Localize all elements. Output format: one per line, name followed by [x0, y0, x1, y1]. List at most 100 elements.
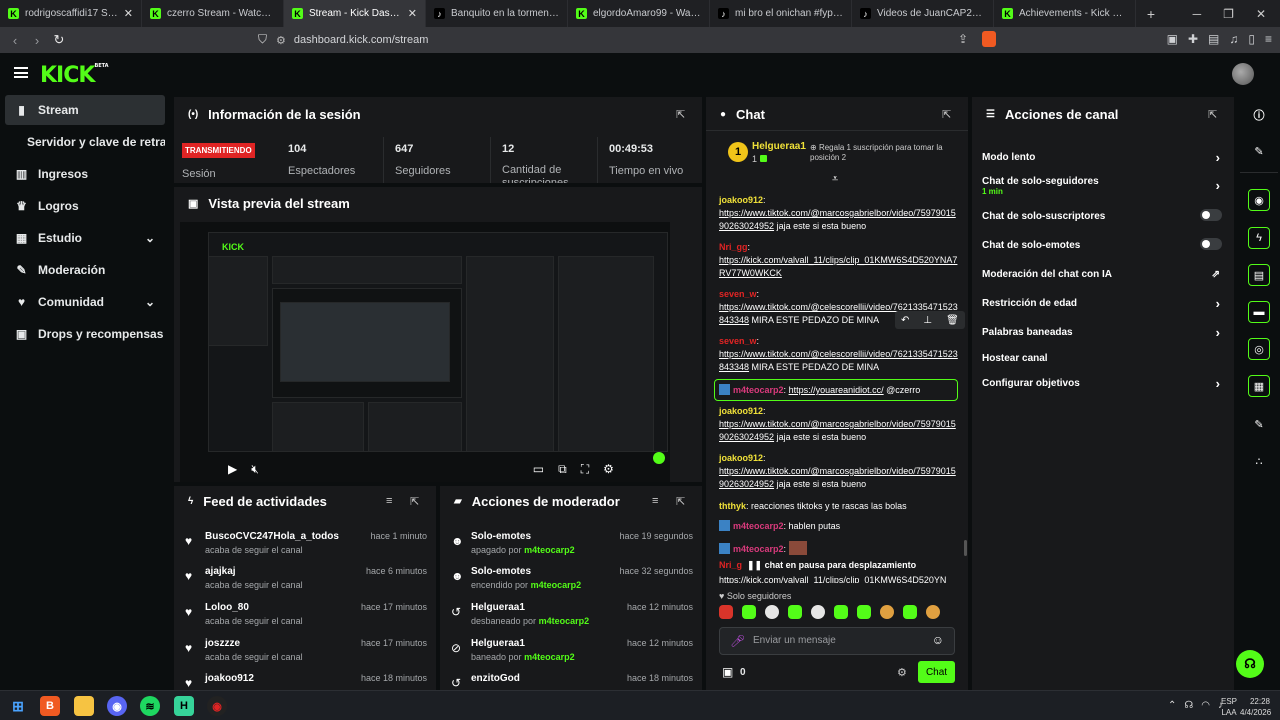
emote-icon[interactable]: [788, 605, 802, 619]
user-avatar[interactable]: [1232, 63, 1254, 85]
sidebar-item-drops[interactable]: ▣ Drops y recompensas: [5, 319, 165, 349]
popout-icon[interactable]: ⇱: [942, 108, 951, 121]
subscribers-only-toggle[interactable]: [1200, 209, 1222, 221]
chat-username[interactable]: joakoo912: [719, 453, 763, 463]
emotes-only-toggle[interactable]: [1200, 238, 1222, 250]
mic-icon[interactable]: 🎤︎: [730, 634, 745, 648]
pin-icon[interactable]: ⊥: [923, 315, 932, 326]
stream-preview-video[interactable]: KICK: [180, 222, 670, 482]
site-info-icon[interactable]: ⚙: [276, 34, 286, 47]
obs-icon[interactable]: ◉: [207, 696, 227, 716]
close-window-icon[interactable]: ✕: [1256, 7, 1266, 21]
browser-tab-active[interactable]: K Stream - Kick Dashboard ✕: [284, 0, 426, 27]
chat-username[interactable]: joakoo912: [719, 406, 763, 416]
popout-icon[interactable]: ⇱: [410, 495, 419, 508]
sidebar-item-stream[interactable]: ▮ Stream: [5, 95, 165, 125]
popout-icon[interactable]: ⇱: [676, 495, 685, 508]
followers-only-row[interactable]: Chat de solo-seguidores 1 min ›: [982, 176, 1222, 196]
chat-username[interactable]: ththyk: [719, 501, 746, 511]
filter-icon[interactable]: ≡: [652, 495, 658, 507]
chat-username[interactable]: m4teocarp2: [733, 521, 784, 531]
layout-icon[interactable]: ▦: [1248, 375, 1270, 397]
reload-icon[interactable]: ↻: [48, 32, 70, 48]
chat-username[interactable]: joakoo912: [719, 195, 763, 205]
chat-username[interactable]: seven_w: [719, 289, 757, 299]
fullscreen-icon[interactable]: ⛶: [581, 462, 589, 477]
chat-settings-icon[interactable]: ⚙: [897, 666, 907, 679]
edit-icon[interactable]: ✎: [1248, 140, 1270, 162]
sidebar-item-studio[interactable]: ▦ Estudio ⌄: [5, 223, 165, 253]
sidebar-panel-icon[interactable]: ▤: [1208, 32, 1219, 46]
forward-icon[interactable]: ›: [26, 33, 48, 48]
emote-icon[interactable]: [719, 605, 733, 619]
gift-promo[interactable]: ⊕ Regala 1 suscripción para tomar la pos…: [810, 143, 958, 163]
banned-words-row[interactable]: Palabras baneadas ›: [982, 325, 1222, 340]
mute-icon[interactable]: 🔇︎: [251, 462, 259, 477]
browser-tab[interactable]: Krodrigoscaffidi17 Stream - \ ✕: [0, 0, 142, 27]
chat-paused-banner[interactable]: Nri_g ❚❚ chat en pausa para desplazamien…: [719, 560, 959, 571]
info-icon[interactable]: ⓘ: [1248, 104, 1270, 126]
minimize-icon[interactable]: ─: [1193, 7, 1202, 21]
emoji-icon[interactable]: ☺: [932, 633, 944, 647]
close-tab-icon[interactable]: ✕: [124, 7, 133, 20]
discord-icon[interactable]: ◉: [107, 696, 127, 716]
browser-tab[interactable]: KelgordoAmaro99 - Watch clips: [568, 0, 710, 27]
pip-icon[interactable]: ⧉: [558, 462, 567, 477]
spotify-icon[interactable]: ≋: [140, 696, 160, 716]
chat-input[interactable]: 🎤︎ Enviar un mensaje ☺: [719, 627, 955, 655]
chat-icon[interactable]: ▬: [1248, 301, 1270, 323]
sidebar-item-income[interactable]: ▥ Ingresos: [5, 159, 165, 189]
popout-icon[interactable]: ⇱: [676, 108, 685, 121]
emote-icon[interactable]: [834, 605, 848, 619]
browser-tab[interactable]: Kczerro Stream - Watch Live on: [142, 0, 284, 27]
chat-username[interactable]: Nri_gg: [719, 242, 748, 252]
wrench-icon[interactable]: ✎: [1248, 413, 1270, 435]
close-tab-icon[interactable]: ✕: [408, 7, 417, 20]
lightning-icon[interactable]: ϟ: [1248, 227, 1270, 249]
browser-tab[interactable]: ♪ Banquito en la tormenta 🥵 #: [426, 0, 568, 27]
emote-icon[interactable]: [857, 605, 871, 619]
media-icon[interactable]: ♫: [1229, 32, 1238, 46]
points-icon[interactable]: ▣: [722, 665, 733, 679]
browser-tab[interactable]: ♪ mi bro el onichan #fyp #clips #: [710, 0, 852, 27]
kick-logo[interactable]: KICKBETA: [40, 63, 109, 88]
share-icon[interactable]: ⇪: [958, 32, 968, 46]
chat-link[interactable]: https://kick.com/valvall_11/clips/clip_0…: [719, 255, 957, 278]
play-icon[interactable]: ▶: [228, 462, 237, 476]
sidebar-item-server-key[interactable]: Servidor y clave de retransm: [5, 127, 165, 157]
set-goals-row[interactable]: Configurar objetivos ›: [982, 376, 1222, 391]
browser-tab[interactable]: K Achievements - Kick Dashboar: [994, 0, 1136, 27]
chat-scrollbar[interactable]: [964, 540, 967, 556]
emote-icon[interactable]: [811, 605, 825, 619]
emote-icon[interactable]: [880, 605, 894, 619]
send-chat-button[interactable]: Chat: [918, 661, 955, 683]
back-icon[interactable]: ‹: [4, 33, 26, 48]
brave-shield-icon[interactable]: [982, 31, 996, 47]
ai-moderation-row[interactable]: Moderación del chat con IA ⇗: [982, 269, 1222, 280]
extensions-icon[interactable]: ✚: [1188, 32, 1198, 46]
delete-icon[interactable]: 🗑︎: [946, 315, 959, 326]
split-view-icon[interactable]: ▯: [1248, 32, 1255, 46]
file-explorer-icon[interactable]: [74, 696, 94, 716]
collapse-icon[interactable]: ⩡: [832, 173, 838, 186]
emote-icon[interactable]: [926, 605, 940, 619]
browser-tab[interactable]: ♪ Videos de JuanCAP21 (@juanc: [852, 0, 994, 27]
language-indicator[interactable]: ESP LAA: [1221, 696, 1237, 718]
bookmark-icon[interactable]: ⛉: [258, 32, 267, 47]
clock[interactable]: 22:28 4/4/2026: [1240, 696, 1271, 718]
popout-icon[interactable]: ⇱: [1208, 108, 1217, 121]
emote-icon[interactable]: [742, 605, 756, 619]
reply-icon[interactable]: ↶: [901, 315, 909, 326]
windows-start-icon[interactable]: ⊞: [8, 696, 28, 716]
maximize-icon[interactable]: ❐: [1223, 7, 1234, 21]
document-icon[interactable]: ▤: [1248, 264, 1270, 286]
sidebar-item-community[interactable]: ♥ Comunidad ⌄: [5, 287, 165, 317]
address-bar[interactable]: ⚙ dashboard.kick.com/stream: [276, 30, 1000, 50]
chat-username[interactable]: m4teocarp2: [733, 544, 784, 554]
browser-menu-icon[interactable]: ≡: [1265, 32, 1272, 46]
settings-icon[interactable]: ⚙: [603, 462, 614, 476]
app-icon[interactable]: H: [174, 696, 194, 716]
camera-icon[interactable]: ◉: [1248, 189, 1270, 211]
emote-icon[interactable]: [765, 605, 779, 619]
host-channel-row[interactable]: Hostear canal: [982, 353, 1222, 364]
